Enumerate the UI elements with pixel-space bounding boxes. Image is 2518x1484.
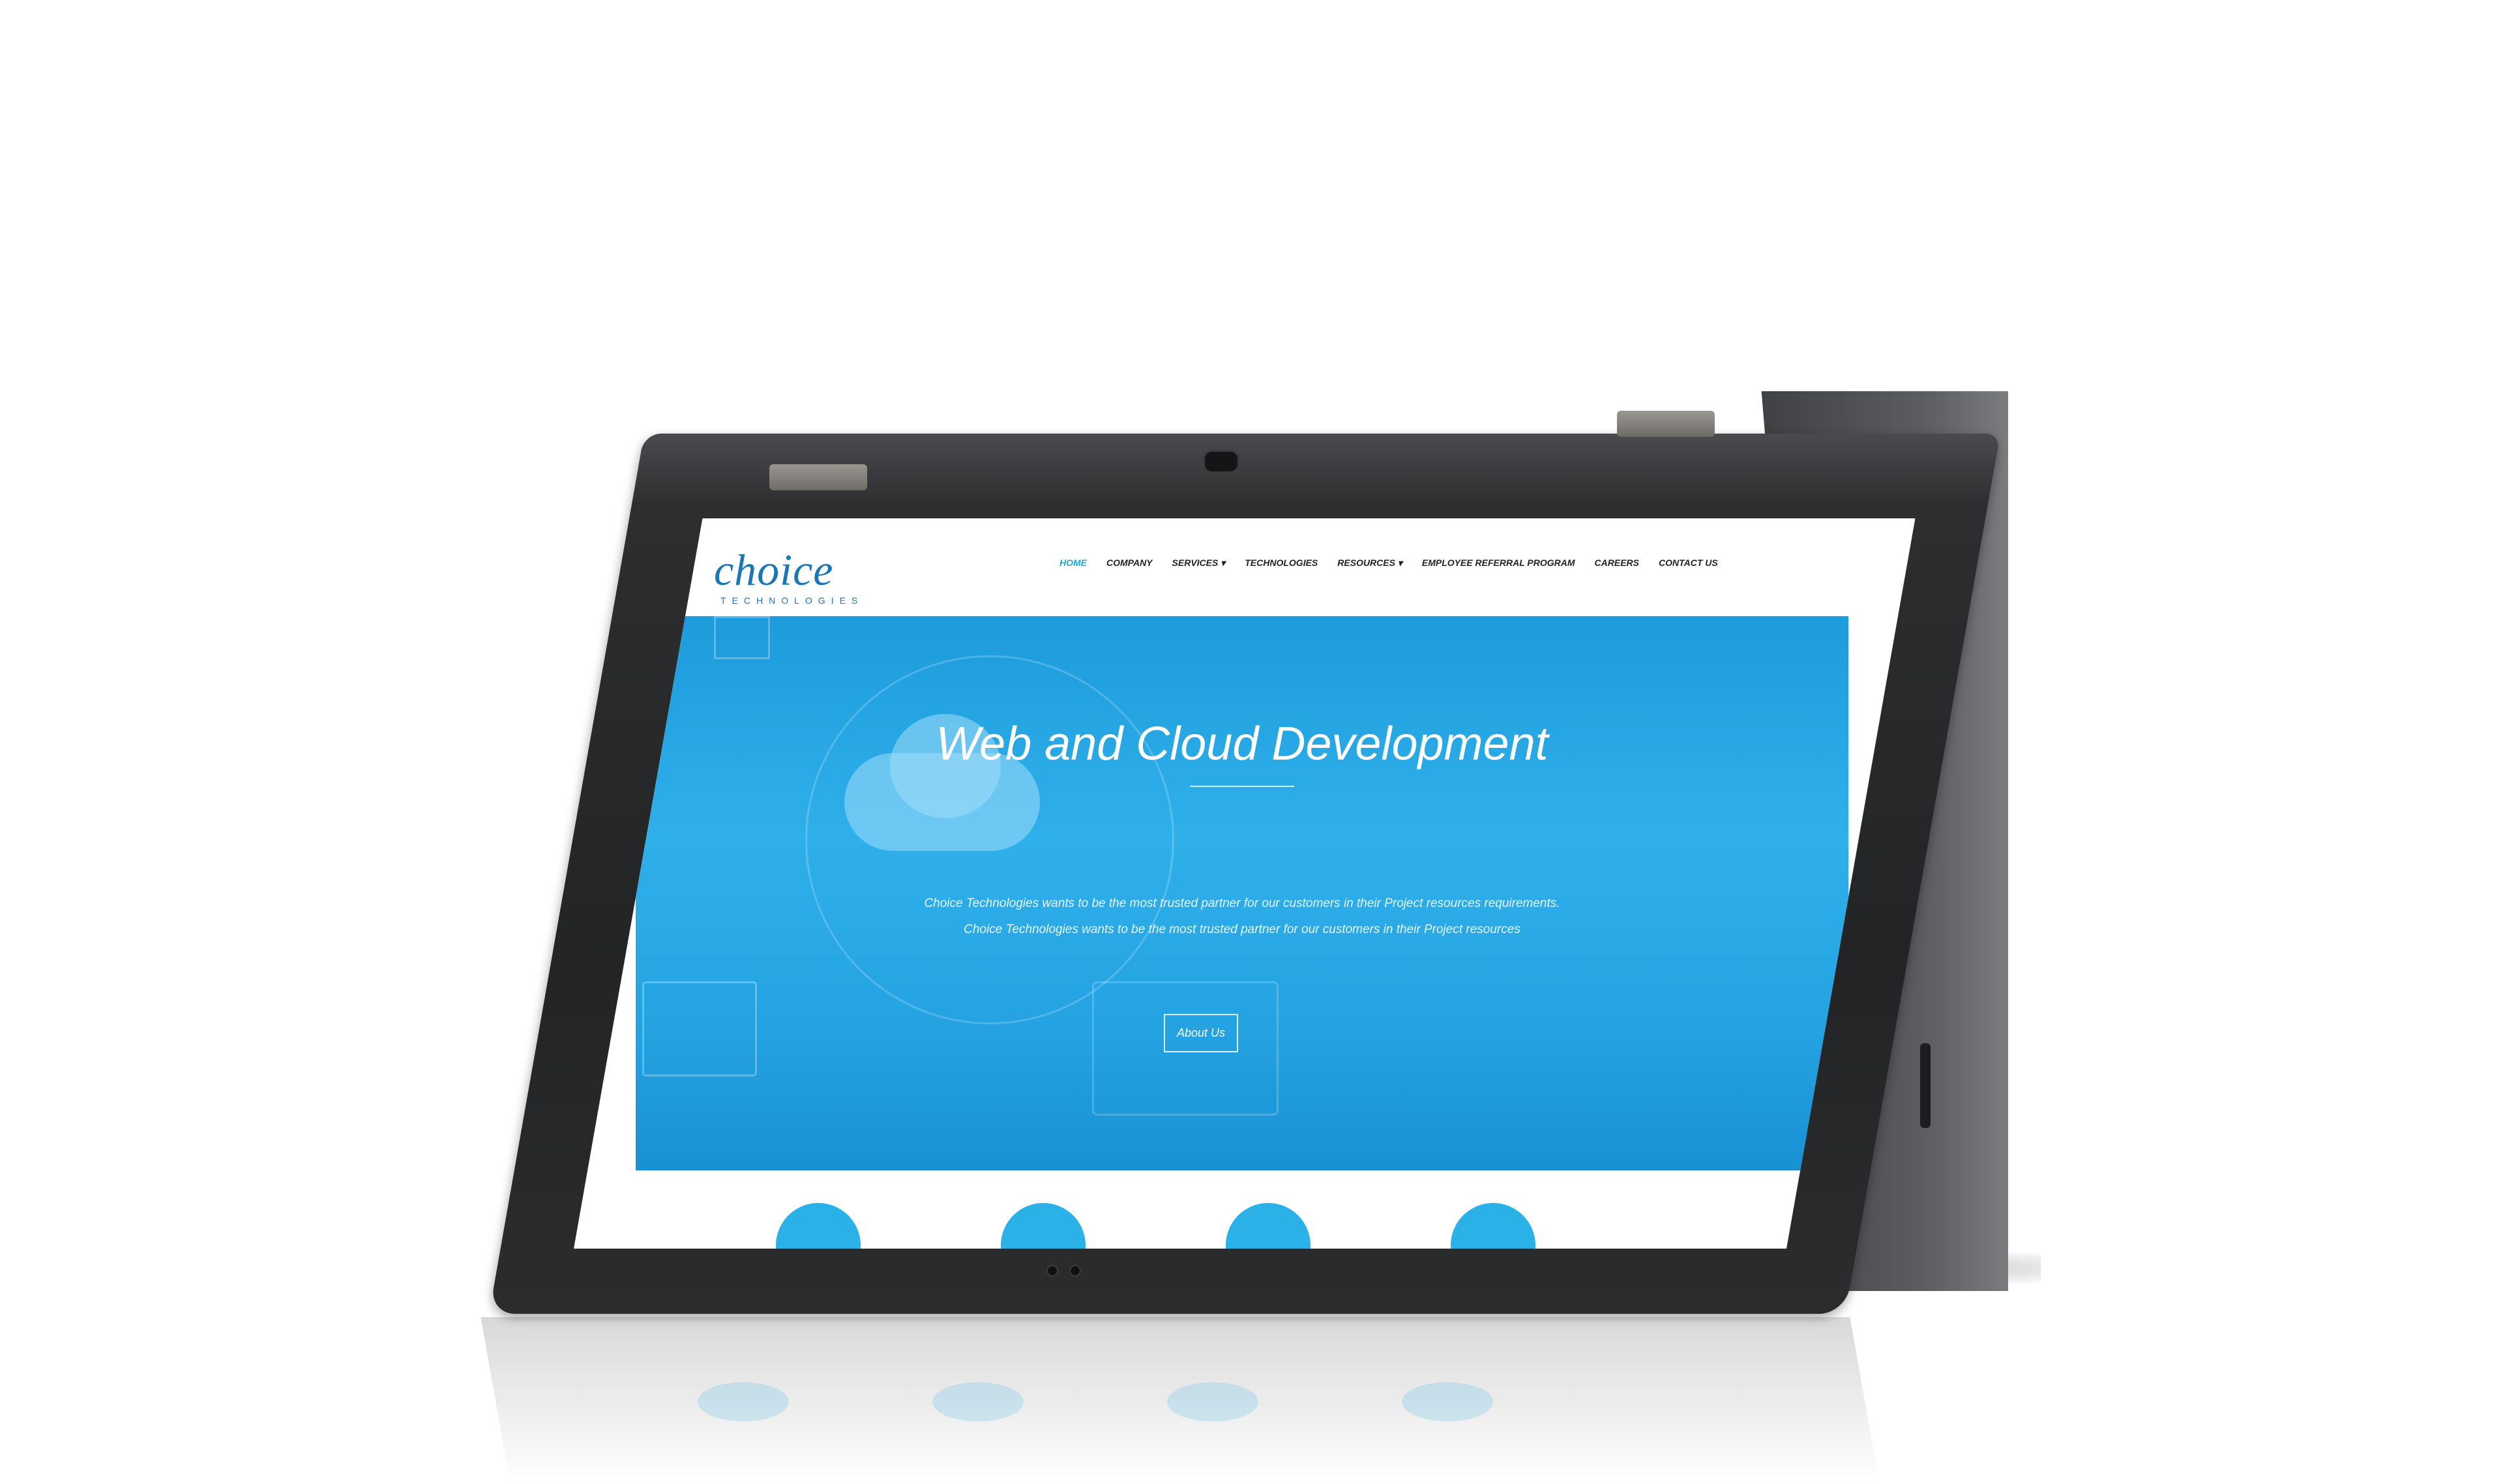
- reflection-icon: [932, 1382, 1024, 1421]
- main-nav: HOME COMPANY SERVICES ▾ TECHNOLOGIES RES…: [1059, 557, 1718, 569]
- camera-icon: [1203, 450, 1239, 473]
- feature-icon[interactable]: [1451, 1203, 1535, 1249]
- hero-description-line1: Choice Technologies wants to be the most…: [924, 897, 1560, 910]
- site-logo[interactable]: choice: [714, 544, 833, 596]
- reflection-icon: [698, 1382, 789, 1421]
- nav-careers[interactable]: CAREERS: [1595, 557, 1639, 569]
- hinge: [1617, 411, 1715, 437]
- nav-resources[interactable]: RESOURCES ▾: [1337, 557, 1402, 569]
- nav-contact[interactable]: CONTACT US: [1659, 557, 1718, 569]
- about-us-button[interactable]: About Us: [1164, 1014, 1238, 1052]
- hero-title: Web and Cloud Development: [936, 718, 1548, 770]
- nav-employee-referral[interactable]: EMPLOYEE REFERRAL PROGRAM: [1422, 557, 1575, 569]
- monitor-icon: [714, 616, 770, 659]
- home-sensor-icon: [1046, 1265, 1058, 1277]
- laptop-icon: [642, 981, 757, 1076]
- site-header: choice TECHNOLOGIES HOME COMPANY SERVICE…: [636, 518, 1848, 616]
- nav-services[interactable]: SERVICES ▾: [1172, 557, 1226, 569]
- hero-divider: [1190, 786, 1294, 787]
- hinge: [769, 464, 867, 490]
- reflection-icon: [1402, 1382, 1493, 1421]
- device-screen: choice TECHNOLOGIES HOME COMPANY SERVICE…: [574, 518, 1916, 1249]
- nav-company[interactable]: COMPANY: [1106, 557, 1153, 569]
- reflection-icon: [1167, 1382, 1258, 1421]
- device-scene: choice TECHNOLOGIES HOME COMPANY SERVICE…: [0, 0, 2518, 1484]
- feature-icon[interactable]: [1001, 1203, 1086, 1249]
- home-sensor-icon: [1069, 1265, 1081, 1277]
- hero-banner: Web and Cloud Development Choice Technol…: [636, 616, 1848, 1170]
- feature-icon[interactable]: [776, 1203, 861, 1249]
- nav-home[interactable]: HOME: [1059, 557, 1087, 569]
- feature-icon[interactable]: [1226, 1203, 1311, 1249]
- logo-text: choice: [714, 545, 834, 595]
- logo-subtext: TECHNOLOGIES: [720, 595, 864, 606]
- nav-technologies[interactable]: TECHNOLOGIES: [1245, 557, 1318, 569]
- side-port: [1920, 1043, 1931, 1128]
- website: choice TECHNOLOGIES HOME COMPANY SERVICE…: [636, 518, 1848, 1249]
- hero-description-line2: Choice Technologies wants to be the most…: [964, 923, 1520, 936]
